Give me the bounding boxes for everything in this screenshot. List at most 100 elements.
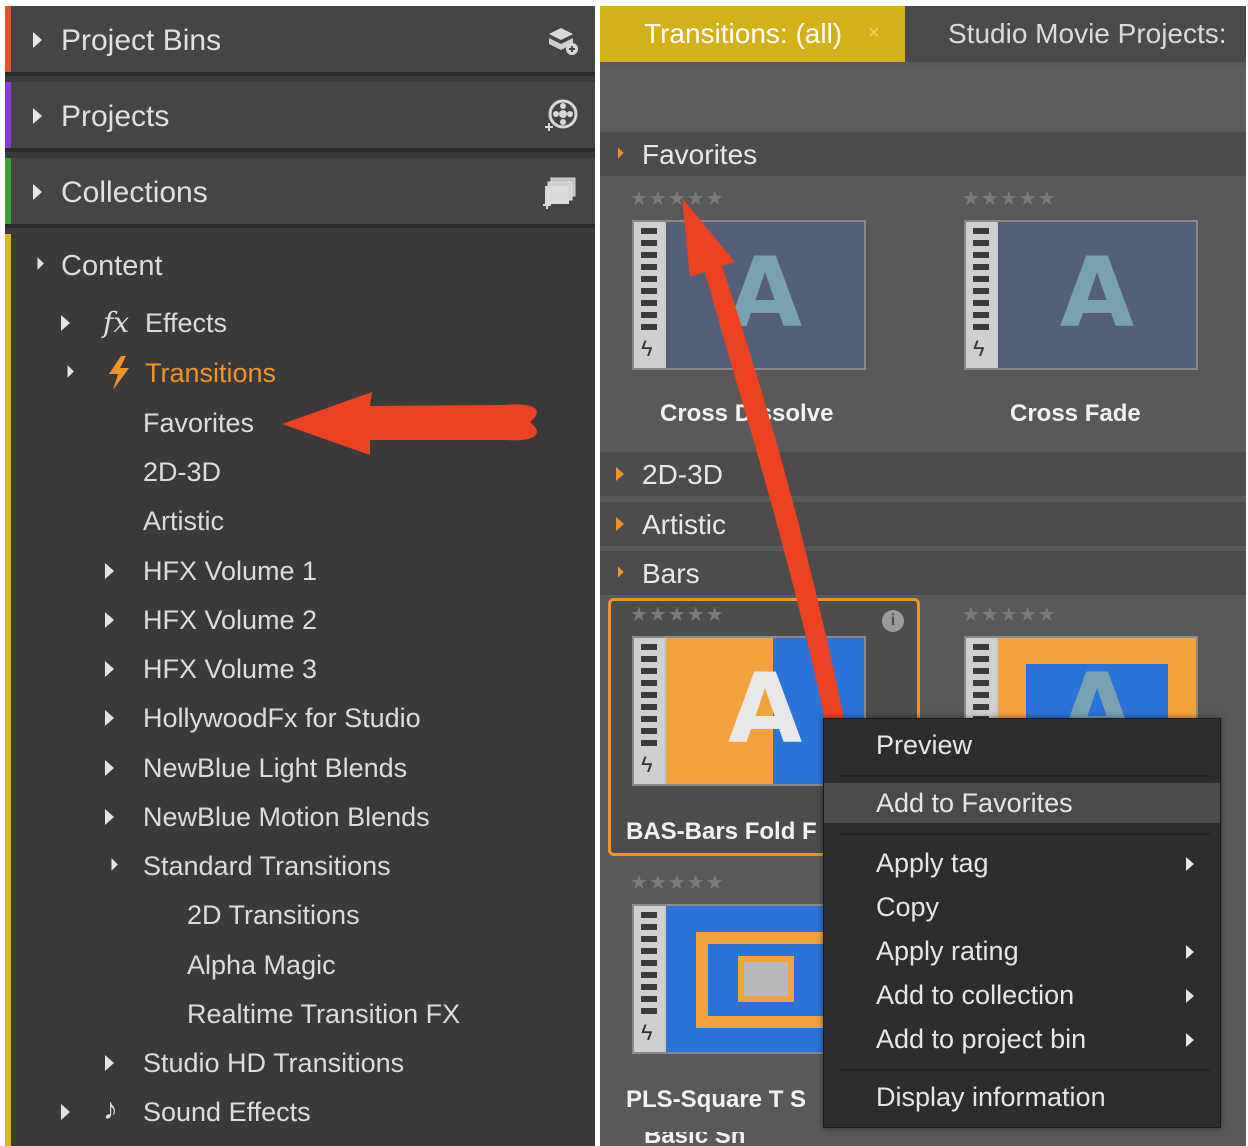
menu-add-to-project-bin-label: Add to project bin bbox=[876, 1024, 1087, 1054]
projects-color-strip bbox=[5, 82, 11, 148]
expand-arrow-icon[interactable] bbox=[105, 612, 114, 628]
expand-arrow-icon[interactable] bbox=[616, 517, 624, 531]
tree-item-hfx-volume-2[interactable]: HFX Volume 2 bbox=[5, 601, 595, 641]
collections-header[interactable]: Collections bbox=[5, 158, 595, 228]
rating-stars[interactable]: ★★★★★ bbox=[962, 186, 1057, 211]
menu-add-to-favorites-label: Add to Favorites bbox=[876, 788, 1073, 818]
rating-stars[interactable]: ★★★★★ bbox=[630, 602, 725, 627]
section-2d-3d[interactable]: 2D-3D bbox=[600, 452, 1246, 496]
tab-bar: Transitions: (all) × Studio Movie Projec… bbox=[600, 6, 1246, 62]
collapse-arrow-icon[interactable] bbox=[61, 365, 74, 378]
submenu-arrow-icon bbox=[1186, 1033, 1194, 1047]
tree-item-2d-transitions[interactable]: 2D Transitions bbox=[187, 896, 507, 936]
tree-item-alpha-magic[interactable]: Alpha Magic bbox=[187, 946, 507, 986]
rating-stars[interactable]: ★★★★★ bbox=[630, 186, 725, 211]
tree-item-studio-hd-transitions[interactable]: Studio HD Transitions bbox=[5, 1044, 595, 1084]
caption-partial-item: Basic Sh bbox=[644, 1132, 746, 1146]
rating-stars[interactable]: ★★★★★ bbox=[630, 870, 725, 895]
expand-arrow-icon[interactable] bbox=[61, 1104, 70, 1120]
tab-studio-movie-projects[interactable]: Studio Movie Projects: bbox=[948, 18, 1227, 50]
submenu-arrow-icon bbox=[1186, 857, 1194, 871]
lightning-icon: ϟ bbox=[641, 336, 653, 361]
newblue-light-blends-label: NewBlue Light Blends bbox=[143, 753, 408, 783]
expand-arrow-icon[interactable] bbox=[61, 315, 70, 331]
tree-item-favorites[interactable]: Favorites bbox=[143, 404, 343, 444]
collections-icon[interactable] bbox=[541, 174, 581, 210]
lightning-icon: ϟ bbox=[641, 1020, 653, 1045]
collections-color-strip bbox=[5, 158, 11, 224]
menu-item-preview[interactable]: Preview bbox=[824, 725, 1220, 765]
caption-pls-square: PLS-Square T S bbox=[626, 1086, 807, 1113]
expand-arrow-icon[interactable] bbox=[33, 108, 42, 124]
project-bins-icon[interactable] bbox=[541, 22, 581, 58]
tab-transitions-all-label: Transitions: (all) bbox=[644, 18, 843, 49]
favorites-label: Favorites bbox=[143, 408, 255, 438]
close-tab-icon[interactable]: × bbox=[868, 22, 880, 45]
tree-item-newblue-light-blends[interactable]: NewBlue Light Blends bbox=[5, 749, 595, 789]
bars-section-label: Bars bbox=[642, 558, 700, 589]
expand-arrow-icon[interactable] bbox=[105, 661, 114, 677]
expand-arrow-icon[interactable] bbox=[105, 760, 114, 776]
expand-arrow-icon[interactable] bbox=[105, 563, 114, 579]
menu-item-add-to-project-bin[interactable]: Add to project bin bbox=[824, 1019, 1220, 1059]
expand-arrow-icon[interactable] bbox=[105, 710, 114, 726]
hfx-volume-1-label: HFX Volume 1 bbox=[143, 556, 318, 586]
tree-item-hollywoodfx[interactable]: HollywoodFx for Studio bbox=[5, 699, 595, 739]
menu-item-display-information[interactable]: Display information bbox=[824, 1077, 1220, 1117]
info-icon[interactable]: i bbox=[882, 610, 904, 632]
menu-copy-label: Copy bbox=[876, 892, 940, 922]
projects-header[interactable]: Projects bbox=[5, 82, 595, 152]
2d-3d-section-label: 2D-3D bbox=[642, 459, 723, 490]
caption-cross-dissolve: Cross Dissolve bbox=[660, 400, 834, 427]
menu-item-copy[interactable]: Copy bbox=[824, 887, 1220, 927]
projects-icon[interactable] bbox=[541, 98, 581, 134]
collapse-arrow-icon[interactable] bbox=[105, 858, 118, 871]
menu-separator bbox=[840, 833, 1210, 835]
tree-item-content[interactable]: Content bbox=[5, 246, 595, 286]
project-bins-header[interactable]: Project Bins bbox=[5, 6, 595, 76]
content-label: Content bbox=[61, 250, 163, 282]
hfx-volume-2-label: HFX Volume 2 bbox=[143, 605, 318, 635]
thumb-preview: A bbox=[666, 222, 864, 368]
tree-item-effects[interactable]: fx Effects bbox=[5, 304, 595, 344]
menu-item-apply-tag[interactable]: Apply tag bbox=[824, 843, 1220, 883]
lightning-icon: ϟ bbox=[641, 752, 653, 777]
menu-separator bbox=[840, 775, 1210, 777]
collapse-arrow-icon[interactable] bbox=[612, 566, 624, 578]
tree-item-artistic[interactable]: Artistic bbox=[143, 502, 343, 542]
menu-item-apply-rating[interactable]: Apply rating bbox=[824, 931, 1220, 971]
menu-item-add-to-collection[interactable]: Add to collection bbox=[824, 975, 1220, 1015]
section-favorites[interactable]: Favorites bbox=[600, 132, 1246, 176]
tree-item-hfx-volume-3[interactable]: HFX Volume 3 bbox=[5, 650, 595, 690]
caption-bas-bars-fold: BAS-Bars Fold F bbox=[626, 818, 817, 845]
expand-arrow-icon[interactable] bbox=[616, 467, 624, 481]
tree-item-2d-3d[interactable]: 2D-3D bbox=[143, 453, 343, 493]
menu-item-add-to-favorites[interactable]: Add to Favorites bbox=[824, 783, 1220, 823]
tree-item-realtime-transition-fx[interactable]: Realtime Transition FX bbox=[187, 995, 507, 1035]
expand-arrow-icon[interactable] bbox=[105, 1055, 114, 1071]
thumb-letter: A bbox=[1059, 236, 1135, 349]
tree-item-hfx-volume-1[interactable]: HFX Volume 1 bbox=[5, 552, 595, 592]
menu-separator bbox=[840, 1069, 1210, 1071]
tree-item-transitions[interactable]: Transitions bbox=[5, 354, 595, 394]
projects-label: Projects bbox=[61, 100, 170, 133]
thumb-cross-fade[interactable]: A ϟ bbox=[964, 220, 1198, 370]
collections-label: Collections bbox=[61, 176, 208, 209]
collapse-arrow-icon[interactable] bbox=[612, 147, 624, 159]
tab-transitions-all[interactable]: Transitions: (all) × bbox=[600, 6, 905, 62]
submenu-arrow-icon bbox=[1186, 989, 1194, 1003]
section-bars[interactable]: Bars bbox=[600, 551, 1246, 595]
thumb-cross-dissolve[interactable]: A ϟ bbox=[632, 220, 866, 370]
section-artistic[interactable]: Artistic bbox=[600, 502, 1246, 546]
tree-item-sound-effects[interactable]: ♪ Sound Effects bbox=[5, 1093, 595, 1133]
fx-icon: fx bbox=[103, 306, 130, 339]
collapse-arrow-icon[interactable] bbox=[31, 257, 44, 270]
tree-item-standard-transitions[interactable]: Standard Transitions bbox=[5, 847, 595, 887]
expand-arrow-icon[interactable] bbox=[105, 809, 114, 825]
expand-arrow-icon[interactable] bbox=[33, 32, 42, 48]
tree-item-newblue-motion-blends[interactable]: NewBlue Motion Blends bbox=[5, 798, 595, 838]
caption-cross-fade: Cross Fade bbox=[1010, 400, 1141, 427]
rating-stars[interactable]: ★★★★★ bbox=[962, 602, 1057, 627]
expand-arrow-icon[interactable] bbox=[33, 184, 42, 200]
transitions-label: Transitions bbox=[145, 358, 277, 388]
